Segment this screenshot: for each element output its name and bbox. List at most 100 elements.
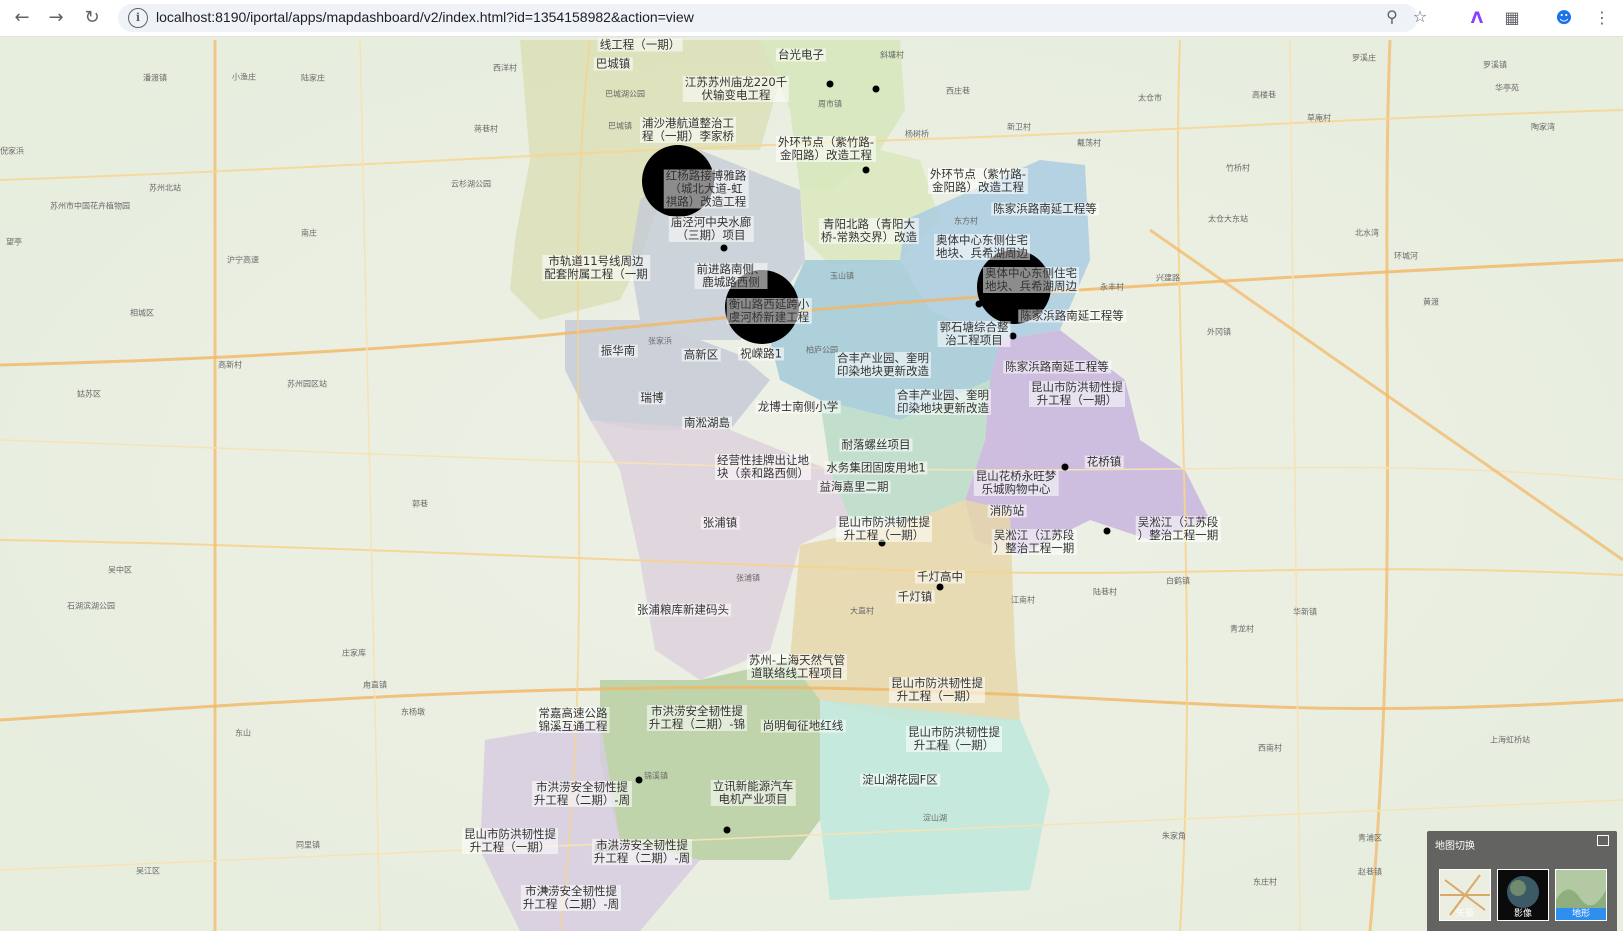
- project-label[interactable]: 千灯高中: [915, 570, 965, 584]
- place-name: 相城区: [130, 308, 154, 318]
- project-label[interactable]: 苏州-上海天然气管 道联络线工程项目: [746, 654, 848, 680]
- project-point[interactable]: [720, 244, 728, 252]
- place-name: 张浦镇: [736, 573, 760, 583]
- project-label[interactable]: 前进路南侧、 鹿城路西侧: [694, 263, 768, 289]
- place-name: 倪家浜: [0, 146, 24, 156]
- place-name: 戴荡村: [1077, 138, 1101, 148]
- project-label[interactable]: 张浦镇: [700, 516, 740, 530]
- extension-icon[interactable]: Λ: [1465, 6, 1489, 30]
- restore-icon[interactable]: [1597, 835, 1609, 846]
- project-label[interactable]: 衡山路西延跨小 虞河桥新建工程: [726, 298, 812, 324]
- project-label[interactable]: 市洪涝安全韧性提 升工程（二期）-锦: [646, 705, 748, 731]
- project-label[interactable]: 昆山市防洪韧性提 升工程（一期）: [836, 516, 932, 542]
- project-label[interactable]: 昆山市防洪韧性提 升工程（一期）: [462, 828, 558, 854]
- reload-icon[interactable]: ↻: [80, 6, 104, 30]
- project-label[interactable]: 吴淞江（江苏段 ）整治工程一期: [1135, 516, 1221, 542]
- project-label[interactable]: 尚明甸征地红线: [760, 719, 846, 733]
- project-point[interactable]: [936, 583, 944, 591]
- place-name: 环城河: [1394, 251, 1418, 261]
- project-point[interactable]: [723, 826, 731, 834]
- project-label[interactable]: 消防站: [987, 504, 1027, 518]
- project-label[interactable]: 陈家浜路南延工程等: [991, 202, 1099, 216]
- place-name: 张家浜: [648, 336, 672, 346]
- project-point[interactable]: [826, 80, 834, 88]
- project-label[interactable]: 南淞湖島: [682, 416, 732, 430]
- project-label[interactable]: 市轨道11号线周边 配套附属工程（一期: [542, 255, 650, 281]
- url-text[interactable]: localhost:8190/iportal/apps/mapdashboard…: [156, 9, 694, 25]
- project-label[interactable]: 水务集团固废用地1: [824, 461, 928, 475]
- project-label[interactable]: 外环节点（紫竹路- 金阳路）改造工程: [927, 168, 1029, 194]
- project-label[interactable]: 振华南: [598, 344, 638, 358]
- project-label[interactable]: 立讯新能源汽车 电机产业项目: [710, 780, 796, 806]
- project-label[interactable]: 陈家浜路南延工程等: [1003, 360, 1111, 374]
- project-label[interactable]: 浦沙港航道整治工 程（一期）李家桥: [640, 117, 736, 143]
- project-label[interactable]: 昆山花桥永旺梦 乐城购物中心: [973, 470, 1059, 496]
- project-label[interactable]: 祝嵘路1: [738, 347, 784, 361]
- project-point[interactable]: [1061, 463, 1069, 471]
- project-label[interactable]: 江苏苏州庙龙220千 伏输变电工程: [682, 76, 790, 102]
- back-icon[interactable]: ←: [10, 6, 34, 30]
- basemap-image-option[interactable]: 影像: [1497, 869, 1549, 921]
- project-label[interactable]: 巴城镇: [593, 57, 633, 71]
- place-name: 西洋村: [493, 63, 517, 73]
- project-label[interactable]: 耐落螺丝项目: [839, 438, 913, 452]
- place-name: 郭巷: [412, 499, 428, 509]
- map-canvas[interactable]: 潘渡镇 小渔庄 陆家庄 西洋村 巴城湖公园 巴城镇 蒋巷村 周市镇 斜塘村 西庄巷 新卫村 太仓市 杨树…: [0, 37, 1623, 931]
- basemap-vector-option[interactable]: 矢量: [1439, 869, 1491, 921]
- project-label[interactable]: 庙泾河中央水廊 （三期）项目: [668, 216, 754, 242]
- project-label[interactable]: 瑞博: [638, 391, 666, 405]
- project-point[interactable]: [872, 85, 880, 93]
- zoom-icon[interactable]: ⚲: [1380, 5, 1404, 29]
- project-label[interactable]: 陈家浜路南延工程等: [1018, 309, 1126, 323]
- project-label[interactable]: 千灯镇: [895, 590, 935, 604]
- project-label[interactable]: 昆山市防洪韧性提 升工程（一期）: [906, 726, 1002, 752]
- project-point[interactable]: [975, 300, 983, 308]
- project-label[interactable]: 高新区: [681, 348, 721, 362]
- place-name: 斜塘村: [880, 50, 904, 60]
- place-name: 北水湾: [1355, 228, 1379, 238]
- place-name: 苏州市中国花卉植物园: [50, 201, 130, 211]
- project-point[interactable]: [1103, 527, 1111, 535]
- project-label[interactable]: 张浦粮库新建码头: [635, 603, 731, 617]
- project-label[interactable]: 吴淞江（江苏段 ）整治工程一期: [991, 529, 1077, 555]
- project-label[interactable]: 郭石塘综合整 治工程项目: [937, 321, 1011, 347]
- place-name: 小渔庄: [232, 72, 256, 82]
- project-label[interactable]: 市洪涝安全韧性提 升工程（二期）-周: [531, 781, 633, 807]
- project-label[interactable]: 昆山市防洪韧性提 升工程（一期）: [1029, 381, 1125, 407]
- project-label[interactable]: 台光电子: [776, 48, 826, 62]
- forward-icon[interactable]: →: [44, 6, 68, 30]
- project-label[interactable]: 合丰产业园、奎明 印染地块更新改造: [835, 352, 931, 378]
- project-label[interactable]: 奥体中心东侧住宅 地块、兵希湖周边: [983, 267, 1079, 293]
- address-bar[interactable]: i localhost:8190/iportal/apps/mapdashboa…: [118, 4, 1427, 32]
- profile-icon[interactable]: ☻: [1552, 6, 1576, 30]
- project-label[interactable]: 外环节点（紫竹路- 金阳路）改造工程: [775, 136, 877, 162]
- project-label[interactable]: 市洪涝安全韧性提 升工程（二期）-周: [520, 885, 622, 911]
- project-label[interactable]: 淀山湖花园F区: [860, 773, 940, 787]
- place-name: 东山: [235, 728, 251, 738]
- project-label[interactable]: 合丰产业园、奎明 印染地块更新改造: [895, 389, 991, 415]
- basemap-terrain-option[interactable]: 地形: [1555, 869, 1607, 921]
- project-point[interactable]: [1009, 332, 1017, 340]
- place-name: 华亭苑: [1495, 83, 1519, 93]
- project-label[interactable]: 昆山市防洪韧性提 升工程（一期）: [889, 677, 985, 703]
- menu-icon[interactable]: ⋮: [1590, 6, 1614, 30]
- project-label[interactable]: 经营性挂牌出让地 块（亲和路西侧）: [715, 454, 811, 480]
- project-label[interactable]: 青阳北路（青阳大 桥-常熟交界）改造: [818, 218, 920, 244]
- place-name: 草庵村: [1307, 113, 1331, 123]
- project-label[interactable]: 市洪涝安全韧性提 升工程（二期）-周: [591, 839, 693, 865]
- puzzle-icon[interactable]: ▦: [1500, 6, 1524, 30]
- project-label[interactable]: 龙博士南侧小学: [755, 400, 841, 414]
- project-label[interactable]: 奥体中心东侧住宅 地块、兵希湖周边: [934, 234, 1030, 260]
- info-icon[interactable]: i: [128, 8, 148, 28]
- project-point[interactable]: [635, 776, 643, 784]
- place-name: 罗溪镇: [1483, 60, 1507, 70]
- project-label[interactable]: 常嘉高速公路 锦溪互通工程: [536, 707, 610, 733]
- project-label[interactable]: 益海嘉里二期: [817, 480, 891, 494]
- project-point[interactable]: [862, 166, 870, 174]
- switcher-title: 地图切换: [1435, 841, 1475, 852]
- project-label[interactable]: 线工程（一期）: [597, 38, 683, 52]
- project-label[interactable]: 红杨路接博雅路 （城北大道-虹 祺路）改造工程: [663, 169, 749, 209]
- star-icon[interactable]: ☆: [1408, 5, 1432, 29]
- place-name: 西庄巷: [946, 86, 970, 96]
- project-label[interactable]: 花桥镇: [1084, 455, 1124, 469]
